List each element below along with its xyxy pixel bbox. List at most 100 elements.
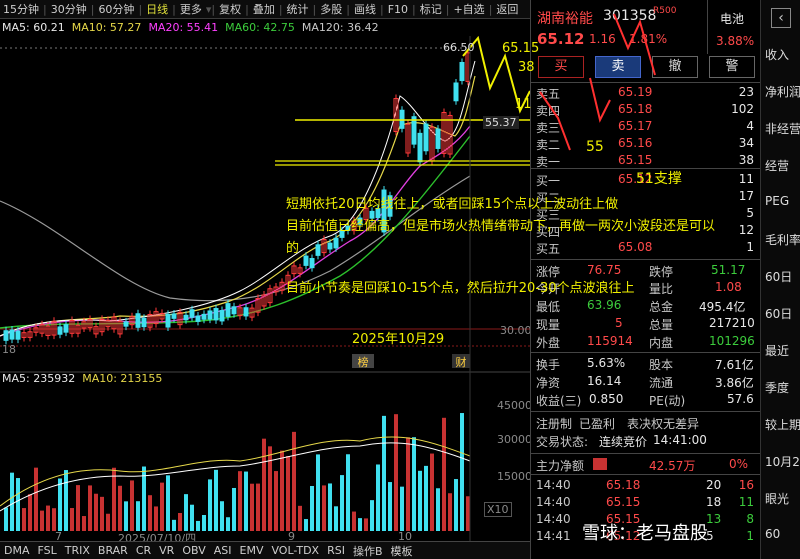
- volume-bar: [106, 513, 110, 531]
- volume-bar: [178, 512, 182, 531]
- candle: [423, 123, 429, 152]
- candle: [417, 132, 423, 163]
- volume-bar: [310, 485, 314, 531]
- side-item[interactable]: 60日: [765, 305, 792, 322]
- indicator-tabs: DMA FSL TRIX BRAR CR VR OBV ASI EMV VOL-…: [0, 541, 530, 559]
- ma120-legend: MA120: 36.42: [301, 21, 379, 34]
- tab-brar[interactable]: BRAR: [98, 544, 128, 557]
- tab-15min[interactable]: 15分钟: [3, 1, 39, 17]
- restore-right-button[interactable]: 复权: [219, 1, 241, 17]
- volume-bar: [10, 472, 14, 531]
- volume-bar: [436, 488, 440, 531]
- volume-bar: [28, 494, 32, 531]
- candle: [195, 315, 201, 322]
- volume-bar: [124, 501, 128, 531]
- tab-rsi[interactable]: RSI: [327, 544, 345, 557]
- candle: [453, 82, 459, 102]
- overlay-button[interactable]: 叠加: [253, 1, 275, 17]
- tab-asi[interactable]: ASI: [214, 544, 232, 557]
- volume-bar: [268, 446, 272, 531]
- volume-bar: [448, 493, 452, 531]
- side-item[interactable]: 60日: [765, 268, 792, 285]
- stats-button[interactable]: 统计: [287, 1, 309, 17]
- volume-bar: [202, 515, 206, 531]
- buy-row[interactable]: 买五 65.08 1: [536, 240, 758, 257]
- volume-bar: [286, 456, 290, 531]
- candle: [9, 329, 15, 340]
- tab-obv[interactable]: OBV: [182, 544, 205, 557]
- volume-bar: [34, 467, 38, 531]
- candle: [315, 244, 321, 256]
- watermark: 雪球：老马盘股: [582, 523, 708, 544]
- tab-operation[interactable]: 操作B: [353, 543, 383, 559]
- candle: [57, 326, 63, 335]
- annotation-3: 的: [286, 241, 300, 256]
- volume-bar: [148, 495, 152, 531]
- tab-fsl[interactable]: FSL: [38, 544, 57, 557]
- side-item[interactable]: 较上期: [765, 416, 800, 433]
- candle: [213, 308, 219, 321]
- rank-marker[interactable]: 榜: [352, 354, 374, 369]
- volume-bar: [328, 483, 332, 531]
- volume-bar: [274, 471, 278, 531]
- tab-daily[interactable]: 日线: [146, 1, 168, 17]
- candle: [189, 309, 195, 318]
- side-item[interactable]: 净利润: [765, 83, 800, 100]
- candle: [141, 317, 147, 328]
- candle: [123, 321, 129, 327]
- side-item[interactable]: 收入: [765, 46, 789, 63]
- tab-vol-tdx[interactable]: VOL-TDX: [271, 544, 319, 557]
- tab-trix[interactable]: TRIX: [65, 544, 90, 557]
- draw-line-button[interactable]: 画线: [354, 1, 376, 17]
- side-item[interactable]: 60: [765, 527, 780, 541]
- side-item[interactable]: PEG: [765, 194, 789, 208]
- multi-stock-button[interactable]: 多股: [320, 1, 342, 17]
- volume-bar: [256, 483, 260, 531]
- side-item[interactable]: 经营: [765, 157, 789, 174]
- tab-cr[interactable]: CR: [136, 544, 151, 557]
- volume-bar: [346, 454, 350, 531]
- volume-bar: [292, 431, 296, 531]
- back-button[interactable]: 返回: [496, 1, 518, 17]
- vol-scale-x10[interactable]: X10: [484, 502, 512, 517]
- volume-bar: [442, 417, 446, 531]
- ma-legend: MA5: 60.21 MA10: 57.27 MA20: 55.41 MA60:…: [2, 21, 379, 34]
- tick-row: 14:40 65.15 18 11: [536, 495, 754, 509]
- tab-dma[interactable]: DMA: [4, 544, 30, 557]
- add-watchlist-button[interactable]: +自选: [453, 1, 484, 17]
- candle: [303, 255, 309, 266]
- vol-axis-30000: 30000: [497, 433, 532, 446]
- volume-bar: [298, 505, 302, 531]
- volume-bar: [184, 494, 188, 531]
- volume-bar: [394, 414, 398, 531]
- tab-template[interactable]: 模板: [391, 543, 413, 559]
- candle: [201, 313, 207, 320]
- annotation-2: 目前估值已经偏高，但是市场火热情绪带动下，再做一两次小波段还是可以: [286, 219, 716, 234]
- volume-bar: [370, 500, 374, 531]
- volume-bar: [208, 479, 212, 531]
- ma10-legend: MA10: 57.27: [71, 21, 142, 34]
- volume-bar: [100, 496, 104, 531]
- volume-bar: [316, 454, 320, 531]
- side-item[interactable]: 眼光: [765, 490, 789, 507]
- side-item[interactable]: 10月2: [765, 453, 800, 470]
- vol-legend: MA5: 235932 MA10: 213155: [2, 372, 162, 385]
- finance-marker[interactable]: 财: [452, 354, 470, 369]
- f10-button[interactable]: F10: [388, 3, 408, 16]
- vol-axis-45000: 45000: [497, 399, 532, 412]
- tab-30min[interactable]: 30分钟: [51, 1, 87, 17]
- tab-vr[interactable]: VR: [159, 544, 174, 557]
- tab-60min[interactable]: 60分钟: [98, 1, 134, 17]
- collapse-icon[interactable]: ‹: [771, 8, 791, 28]
- tick-row: 14:40 65.18 20 16: [536, 478, 754, 492]
- volume-bar: [52, 508, 56, 531]
- side-item[interactable]: 非经营: [765, 120, 800, 137]
- tab-more[interactable]: 更多: [180, 1, 202, 17]
- side-item[interactable]: 季度: [765, 379, 789, 396]
- mark-button[interactable]: 标记: [420, 1, 442, 17]
- volume-bar: [82, 516, 86, 531]
- side-item[interactable]: 毛利率: [765, 231, 800, 248]
- candle: [63, 324, 69, 333]
- side-item[interactable]: 最近: [765, 342, 789, 359]
- tab-emv[interactable]: EMV: [240, 544, 264, 557]
